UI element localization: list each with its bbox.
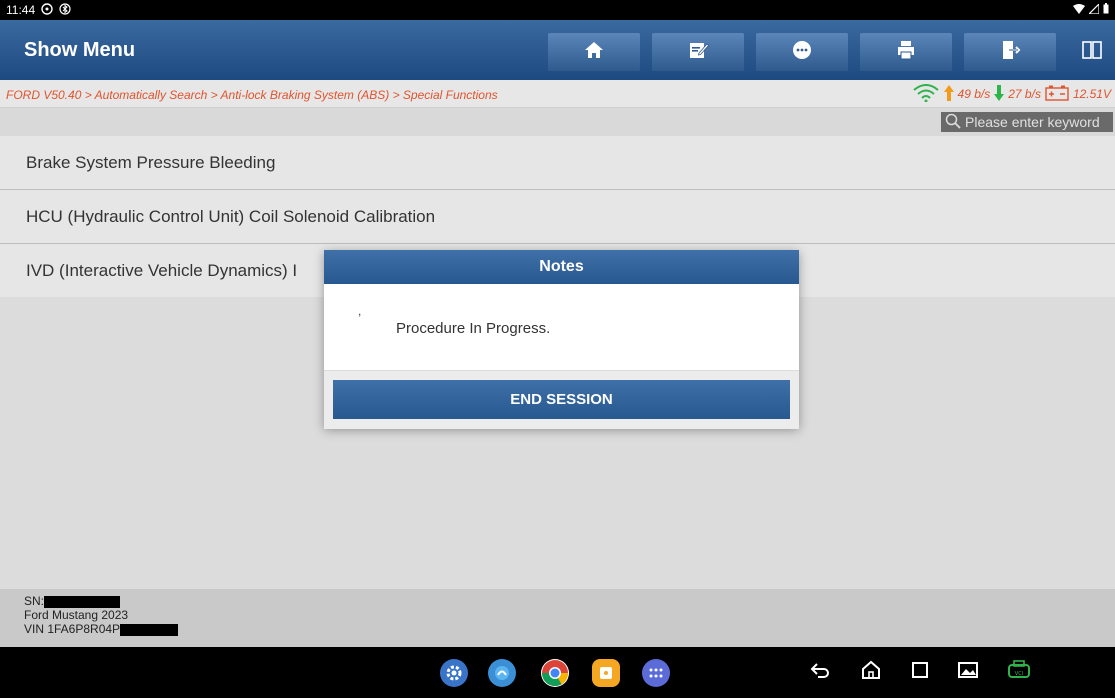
home-outline-icon [860, 659, 882, 686]
dialog-mark: , [358, 304, 362, 318]
search-icon [945, 113, 961, 132]
home-icon [583, 39, 605, 66]
breadcrumb-bar: FORD V50.40 > Automatically Search > Ant… [0, 80, 1115, 108]
edit-button[interactable] [652, 33, 744, 71]
screenshot-button[interactable] [955, 659, 981, 685]
redacted-serial [44, 595, 121, 608]
app-drawer-icon[interactable] [642, 659, 670, 687]
home-nav-button[interactable] [858, 659, 884, 685]
page-title: Show Menu [24, 39, 136, 61]
breadcrumb: FORD V50.40 > Automatically Search > Ant… [6, 88, 498, 102]
dialog-title: Notes [324, 250, 799, 284]
back-icon [809, 659, 831, 686]
vehicle-info: SN: Ford Mustang 2023 VIN 1FA6P8R04P [0, 589, 1115, 647]
connection-metrics: 49 b/s 27 b/s 12.51V [912, 80, 1111, 108]
upload-rate: 49 b/s [957, 87, 991, 101]
vci-icon: VCI [1007, 659, 1031, 686]
recents-button[interactable] [907, 659, 933, 685]
car-battery-icon [1045, 85, 1069, 104]
bluetooth-icon [59, 2, 71, 18]
signal-icon [1087, 2, 1100, 17]
square-icon [910, 660, 930, 685]
list-item[interactable]: Brake System Pressure Bleeding [0, 136, 1115, 190]
app-header: Show Menu [0, 20, 1115, 80]
voltage-reading: 12.51V [1072, 87, 1111, 101]
search-placeholder: Please enter keyword [965, 114, 1100, 130]
battery-icon [1103, 3, 1109, 17]
chrome-app-icon[interactable] [541, 659, 569, 687]
dialog-footer: END SESSION [324, 370, 799, 429]
wifi-status-icon [1073, 3, 1085, 17]
dialog-message: Procedure In Progress. [396, 320, 551, 337]
redacted-vin [120, 623, 179, 636]
upload-arrow-icon [943, 84, 954, 104]
serial-label: SN: [24, 594, 45, 608]
notes-app-icon[interactable] [592, 659, 620, 687]
edit-icon [687, 39, 710, 66]
download-arrow-icon [994, 84, 1005, 104]
vci-button[interactable]: VCI [1006, 659, 1032, 685]
vin-label: VIN 1FA6P8R04P [24, 622, 121, 636]
image-icon [957, 659, 979, 686]
notes-dialog: Notes , Procedure In Progress. END SESSI… [324, 250, 799, 429]
chat-icon [791, 39, 813, 66]
settings-app-icon[interactable] [440, 659, 468, 687]
search-input[interactable]: Please enter keyword [941, 112, 1113, 132]
split-screen-button[interactable] [1068, 33, 1115, 71]
browser-app-icon[interactable] [488, 659, 516, 687]
list-item[interactable]: HCU (Hydraulic Control Unit) Coil Soleno… [0, 190, 1115, 244]
exit-icon [999, 39, 1021, 66]
vehicle-model: Ford Mustang 2023 [24, 608, 129, 622]
svg-text:VCI: VCI [1015, 671, 1023, 677]
split-screen-icon [1081, 39, 1103, 66]
feedback-button[interactable] [756, 33, 848, 71]
back-button[interactable] [807, 659, 833, 685]
wifi-icon [912, 83, 940, 105]
exit-button[interactable] [964, 33, 1056, 71]
status-time: 11:44 [6, 3, 36, 17]
download-rate: 27 b/s [1008, 87, 1041, 101]
print-button[interactable] [860, 33, 952, 71]
system-navbar: VCI [0, 647, 1115, 698]
end-session-button[interactable]: END SESSION [333, 380, 790, 419]
printer-icon [895, 39, 917, 66]
dialog-body: , Procedure In Progress. [324, 284, 799, 370]
home-button[interactable] [548, 33, 640, 71]
message-icon [41, 2, 53, 18]
android-status-bar: 11:44 [0, 0, 1115, 20]
